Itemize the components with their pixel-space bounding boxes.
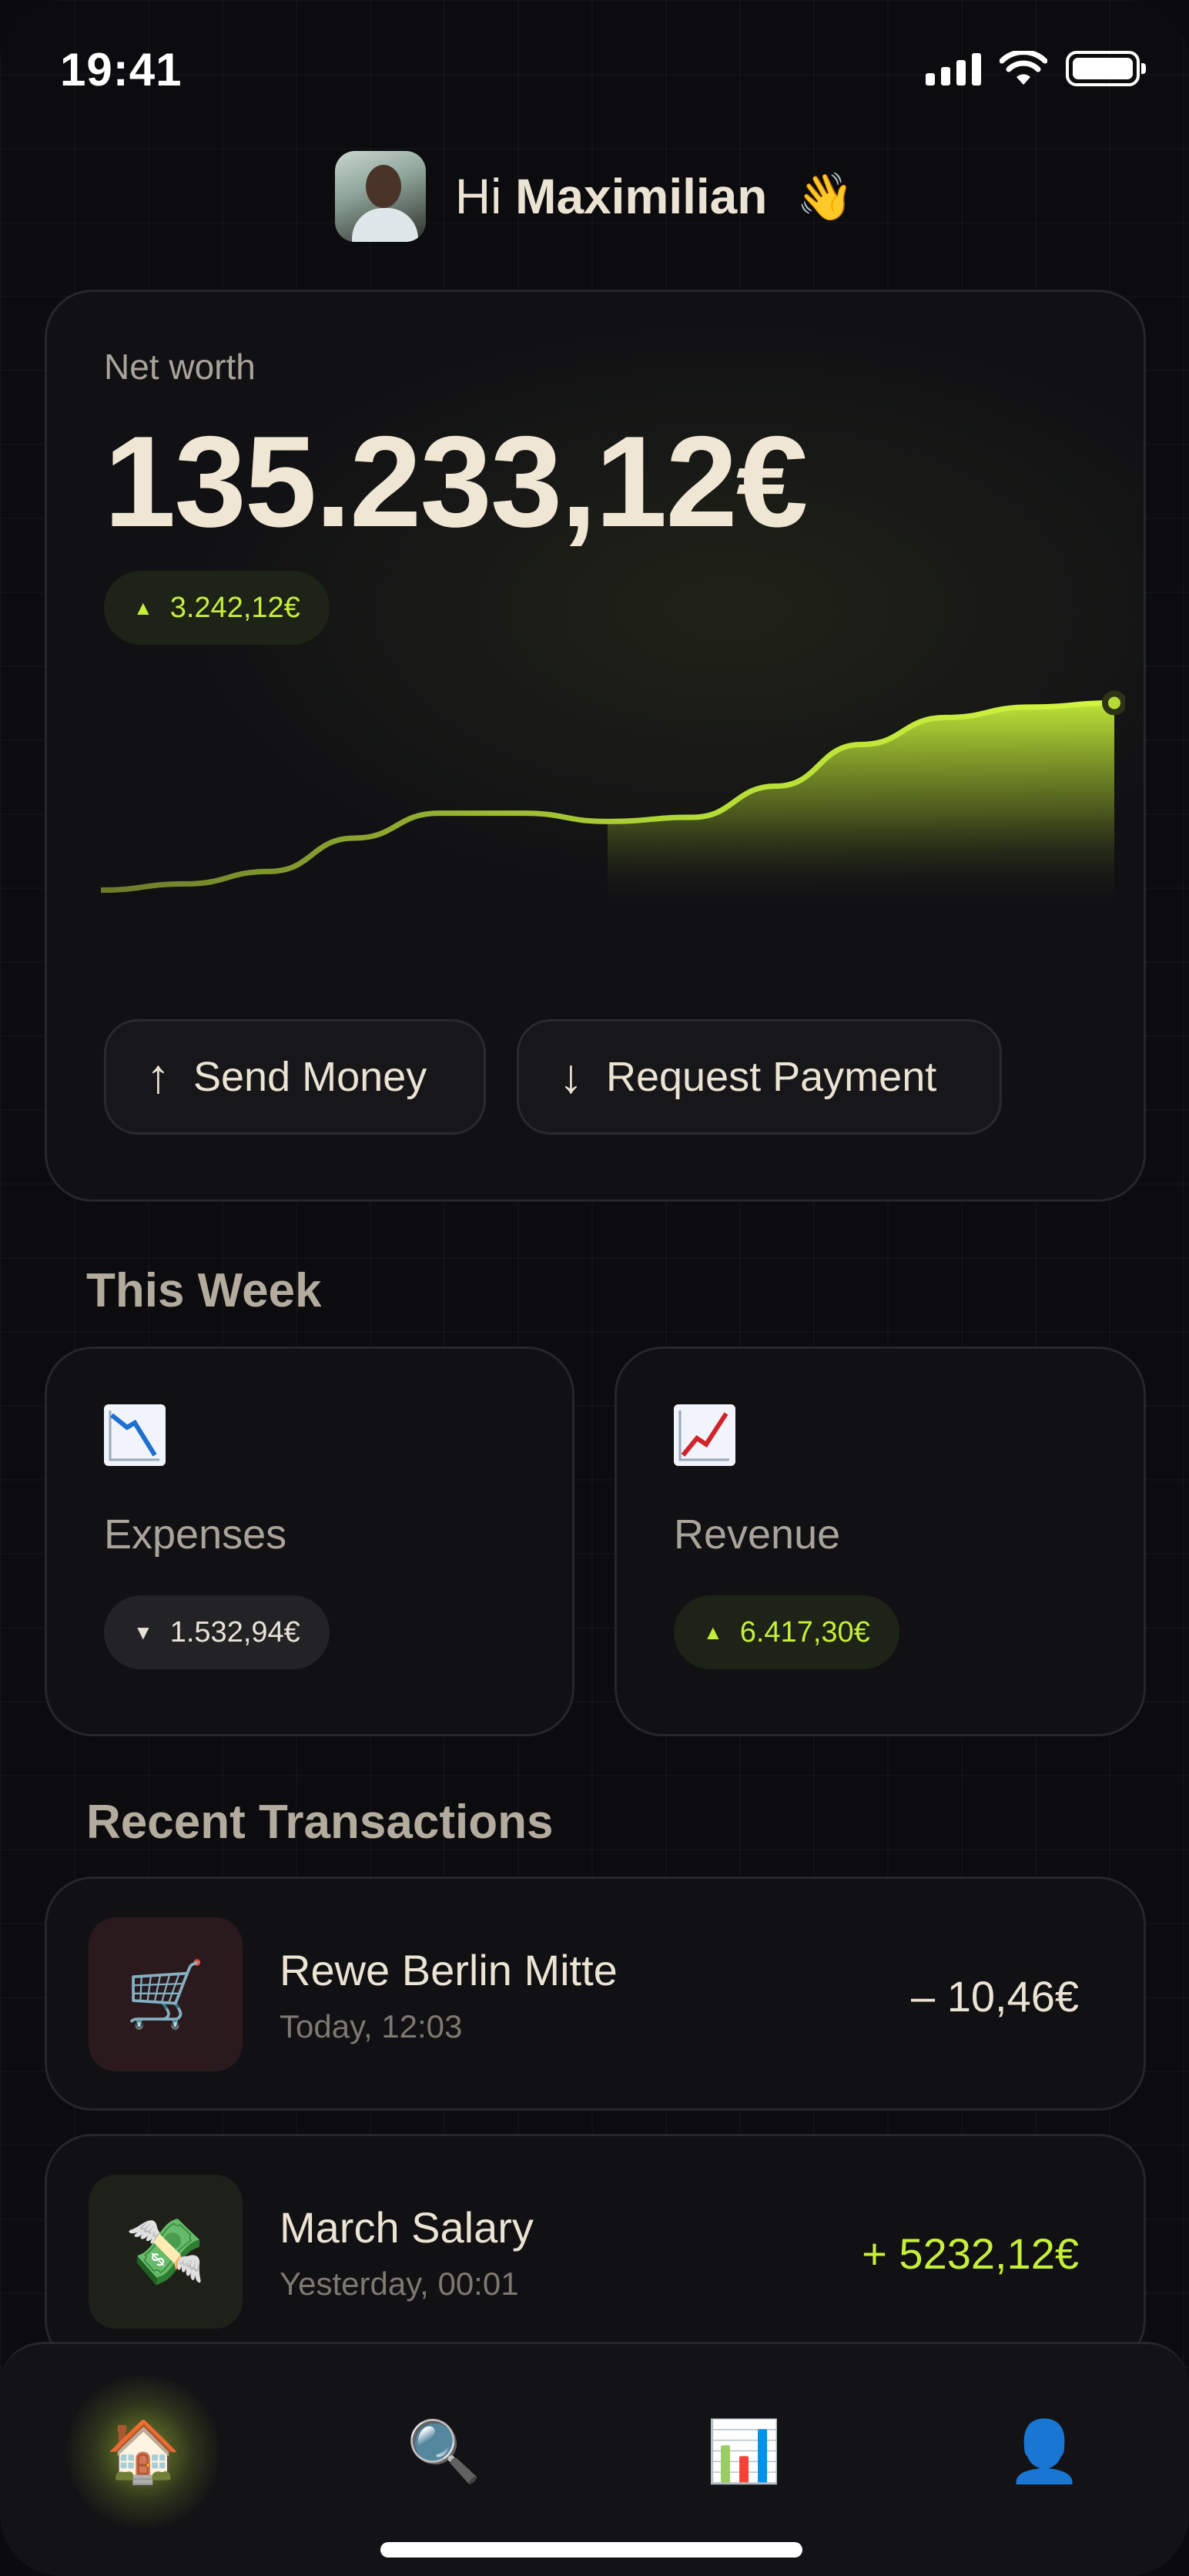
- shopping-cart-icon: 🛒: [89, 1917, 243, 2071]
- net-worth-label: Net worth: [104, 347, 256, 387]
- net-worth-value: 135.233,12€: [104, 409, 808, 554]
- transaction-amount: + 5232,12€: [862, 2229, 1079, 2278]
- profile-icon[interactable]: 👤: [998, 2406, 1090, 2498]
- net-worth-change: 3.242,12€: [169, 591, 300, 624]
- money-with-wings-icon: 💸: [89, 2175, 243, 2329]
- app-screen: 19:41 Hi Maximilian 👋 Net worth 135.233,…: [0, 0, 1189, 2576]
- request-payment-label: Request Payment: [606, 1054, 937, 1100]
- status-icons: [926, 51, 1146, 86]
- transaction-time: Today, 12:03: [280, 2008, 463, 2044]
- greeting: Hi Maximilian 👋: [0, 151, 1189, 242]
- send-money-label: Send Money: [193, 1054, 427, 1100]
- transaction-row[interactable]: 💸 March Salary Yesterday, 00:01 + 5232,1…: [45, 2134, 1146, 2368]
- request-payment-button[interactable]: ↓ Request Payment: [517, 1019, 1002, 1135]
- transaction-amount: – 10,46€: [911, 1972, 1079, 2021]
- arrow-up-icon: ▲: [703, 1620, 723, 1644]
- home-icon[interactable]: 🏠: [66, 2375, 220, 2529]
- wifi-icon: [1000, 51, 1047, 85]
- search-icon[interactable]: 🔍: [397, 2406, 490, 2498]
- chart-decreasing-icon: [104, 1404, 166, 1466]
- revenue-value: 6.417,30€: [739, 1615, 870, 1649]
- arrow-up-icon: ▲: [133, 595, 153, 619]
- transaction-name: Rewe Berlin Mitte: [280, 1946, 618, 1994]
- greeting-prefix: Hi: [454, 169, 502, 224]
- arrow-up-icon: ↑: [146, 1050, 170, 1103]
- expenses-label: Expenses: [104, 1511, 287, 1558]
- signal-icon: [926, 52, 981, 86]
- greeting-text: Hi Maximilian: [455, 168, 767, 225]
- waving-hand-icon: 👋: [796, 170, 855, 223]
- home-indicator: [380, 2542, 802, 2558]
- tab-bar: 🏠 🔍 📊 👤: [0, 2342, 1189, 2576]
- send-money-button[interactable]: ↑ Send Money: [104, 1019, 486, 1135]
- transaction-row[interactable]: 🛒 Rewe Berlin Mitte Today, 12:03 – 10,46…: [45, 1877, 1146, 2111]
- status-bar: 19:41: [0, 0, 1189, 146]
- expenses-badge: ▼ 1.532,94€: [104, 1595, 330, 1669]
- stats-icon[interactable]: 📊: [698, 2406, 790, 2498]
- transaction-name: March Salary: [280, 2203, 534, 2252]
- chart-end-point: [1102, 690, 1125, 716]
- arrow-down-icon: ↓: [559, 1050, 583, 1103]
- user-name: Maximilian: [515, 169, 768, 224]
- expenses-value: 1.532,94€: [169, 1615, 300, 1649]
- status-time: 19:41: [60, 44, 183, 96]
- revenue-badge: ▲ 6.417,30€: [674, 1595, 899, 1669]
- net-worth-change-badge: ▲ 3.242,12€: [104, 571, 330, 645]
- arrow-down-icon: ▼: [133, 1620, 153, 1644]
- transaction-time: Yesterday, 00:01: [280, 2266, 519, 2302]
- chart-increasing-icon: [674, 1404, 735, 1466]
- net-worth-chart: [101, 690, 1125, 908]
- chart-area: [608, 703, 1114, 908]
- net-worth-card: Net worth 135.233,12€ ▲ 3.242,12€ ↑ Send…: [45, 290, 1146, 1202]
- revenue-label: Revenue: [674, 1511, 841, 1558]
- battery-icon: [1066, 51, 1146, 86]
- avatar[interactable]: [334, 151, 426, 242]
- expenses-card[interactable]: Expenses ▼ 1.532,94€: [45, 1347, 574, 1736]
- revenue-card[interactable]: Revenue ▲ 6.417,30€: [615, 1347, 1146, 1736]
- this-week-heading: This Week: [86, 1264, 322, 1317]
- recent-transactions-heading: Recent Transactions: [86, 1796, 554, 1849]
